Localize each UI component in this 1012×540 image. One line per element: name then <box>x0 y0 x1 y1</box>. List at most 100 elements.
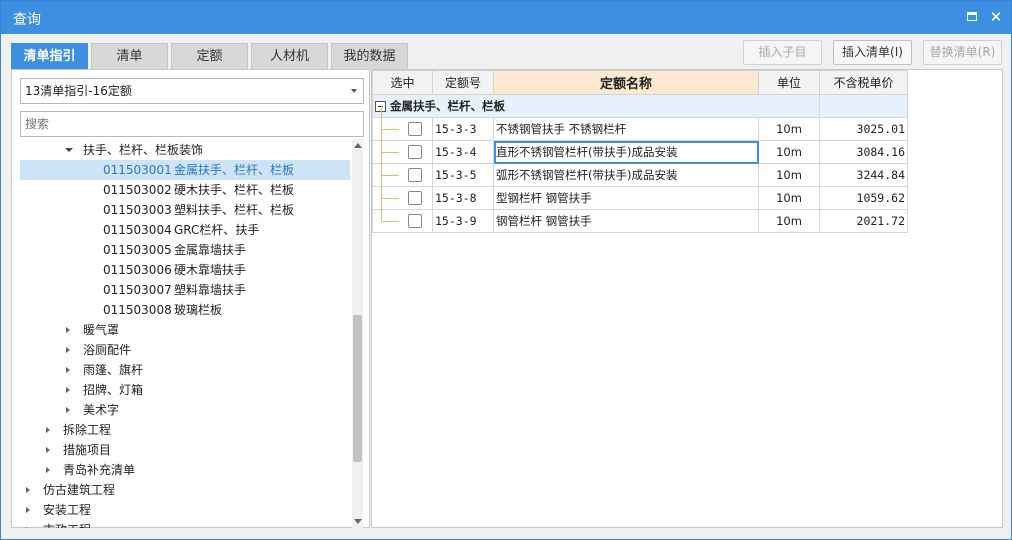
price-cell: 1059.62 <box>819 186 908 210</box>
window-title: 查询 <box>13 12 41 28</box>
table-row[interactable]: 15-3-8 型钢栏杆 钢管扶手 10m 1059.62 <box>372 175 908 210</box>
tree-node[interactable]: 市政工程 <box>20 520 350 528</box>
guide-tree-panel: 13清单指引-16定额 扶手、栏杆、栏板装饰 011503001 金属扶手、栏杆… <box>11 69 370 528</box>
column-header-name[interactable]: 定额名称 <box>493 70 759 95</box>
name-cell[interactable]: 直形不锈钢管栏杆(带扶手)成品安装 <box>493 140 759 164</box>
collapsed-icon[interactable] <box>66 367 70 373</box>
search-input[interactable] <box>20 111 364 137</box>
tree-node-label: 玻璃栏板 <box>174 303 223 317</box>
library-select[interactable]: 13清单指引-16定额 <box>20 78 364 104</box>
scroll-down-icon[interactable] <box>354 519 362 524</box>
table-header: 选中 定额号 定额名称 单位 不含税单价 <box>372 70 908 95</box>
price-cell: 3244.84 <box>819 163 908 187</box>
row-checkbox[interactable] <box>408 122 422 136</box>
title-bar[interactable]: 查询 ✕ <box>1 1 1011 34</box>
tree-node-label: 暖气罩 <box>83 323 120 337</box>
tree-node[interactable]: 美术字 <box>20 400 350 420</box>
close-icon[interactable]: ✕ <box>987 8 1005 26</box>
tree-node[interactable]: 扶手、栏杆、栏板装饰 <box>20 140 350 160</box>
tab-list[interactable]: 清单 <box>91 43 168 69</box>
row-checkbox[interactable] <box>408 145 422 159</box>
tree-node[interactable]: 011503008 玻璃栏板 <box>20 300 350 320</box>
replace-list-button[interactable]: 替换清单(R) <box>923 40 1002 65</box>
tree-node-code: 011503002 <box>103 183 172 197</box>
tree-node-label: 招牌、灯箱 <box>83 383 144 397</box>
tree-node[interactable]: 暖气罩 <box>20 320 350 340</box>
tree-node-label: 雨篷、旗杆 <box>83 363 144 377</box>
collapsed-icon[interactable] <box>66 327 70 333</box>
tree-node[interactable]: 青岛补充清单 <box>20 460 350 480</box>
collapsed-icon[interactable] <box>26 487 30 493</box>
table-row[interactable]: 15-3-3 不锈钢管扶手 不锈钢栏杆 10m 3025.01 <box>372 106 908 141</box>
column-header-unit[interactable]: 单位 <box>758 70 820 95</box>
tree-node-label: 扶手、栏杆、栏板装饰 <box>83 143 204 157</box>
insert-child-button[interactable]: 插入子目 <box>743 40 822 65</box>
tree-node[interactable]: 011503002 硬木扶手、栏杆、栏板 <box>20 180 350 200</box>
tree-node-label: 安装工程 <box>43 503 92 517</box>
group-row[interactable]: 金属扶手、栏杆、栏板 <box>372 94 908 118</box>
tree-node[interactable]: 011503006 硬木靠墙扶手 <box>20 260 350 280</box>
tree-node-label: 塑料靠墙扶手 <box>174 283 247 297</box>
column-header-price[interactable]: 不含税单价 <box>819 70 908 95</box>
tree-node-label: 美术字 <box>83 403 120 417</box>
tree-node-label: 浴厕配件 <box>83 343 132 357</box>
tree-node[interactable]: 措施项目 <box>20 440 350 460</box>
collapsed-icon[interactable] <box>66 407 70 413</box>
tree-node[interactable]: 招牌、灯箱 <box>20 380 350 400</box>
tree-node[interactable]: 浴厕配件 <box>20 340 350 360</box>
name-cell: 弧形不锈钢管栏杆(带扶手)成品安装 <box>493 163 759 187</box>
column-header-code[interactable]: 定额号 <box>432 70 494 95</box>
tab-list-guide[interactable]: 清单指引 <box>11 43 88 69</box>
tree-node[interactable]: 仿古建筑工程 <box>20 480 350 500</box>
row-checkbox[interactable] <box>408 168 422 182</box>
tree-node-label: 硬木靠墙扶手 <box>174 263 247 277</box>
tree-node-label: 青岛补充清单 <box>63 463 136 477</box>
tree-node[interactable]: 011503001 金属扶手、栏杆、栏板 <box>20 160 350 180</box>
tab-quota[interactable]: 定额 <box>171 43 248 69</box>
code-cell: 15-3-8 <box>432 186 494 210</box>
insert-list-button[interactable]: 插入清单(I) <box>833 40 912 65</box>
maximize-icon[interactable] <box>963 8 981 26</box>
collapsed-icon[interactable] <box>66 347 70 353</box>
table-row[interactable]: 15-3-4 直形不锈钢管栏杆(带扶手)成品安装 10m 3084.16 <box>372 129 908 164</box>
code-cell: 15-3-3 <box>432 117 494 141</box>
scrollbar-thumb[interactable] <box>353 315 362 462</box>
tab-my-data[interactable]: 我的数据 <box>331 43 408 69</box>
table-row[interactable]: 15-3-5 弧形不锈钢管栏杆(带扶手)成品安装 10m 3244.84 <box>372 152 908 187</box>
tree-node[interactable]: 011503005 金属靠墙扶手 <box>20 240 350 260</box>
guide-tree: 扶手、栏杆、栏板装饰 011503001 金属扶手、栏杆、栏板 01150300… <box>20 139 350 528</box>
tree-node-label: 硬木扶手、栏杆、栏板 <box>174 183 295 197</box>
collapsed-icon[interactable] <box>66 387 70 393</box>
tree-node-label: 仿古建筑工程 <box>43 483 116 497</box>
collapsed-icon[interactable] <box>46 447 50 453</box>
collapsed-icon[interactable] <box>46 427 50 433</box>
tree-node-code: 011503004 <box>103 223 172 237</box>
tree-node-label: 金属靠墙扶手 <box>174 243 247 257</box>
collapsed-icon[interactable] <box>26 507 30 513</box>
tree-scrollbar[interactable] <box>352 139 363 528</box>
collapsed-icon[interactable] <box>26 527 30 528</box>
column-header-select[interactable]: 选中 <box>372 70 433 95</box>
quota-grid-panel: 选中 定额号 定额名称 单位 不含税单价 金属扶手、栏杆、栏板 15-3-3 不… <box>371 69 1003 528</box>
query-dialog: 查询 ✕ 清单指引 清单 定额 人材机 我的数据 插入子目 插入清单(I) 替换… <box>0 0 1012 540</box>
tree-node[interactable]: 拆除工程 <box>20 420 350 440</box>
row-checkbox[interactable] <box>408 191 422 205</box>
tree-node[interactable]: 011503003 塑料扶手、栏杆、栏板 <box>20 200 350 220</box>
scroll-up-icon[interactable] <box>354 143 362 148</box>
group-label: 金属扶手、栏杆、栏板 <box>390 99 505 113</box>
expanded-icon[interactable] <box>65 148 73 152</box>
row-checkbox[interactable] <box>408 214 422 228</box>
tree-node[interactable]: 雨篷、旗杆 <box>20 360 350 380</box>
tree-node[interactable]: 011503007 塑料靠墙扶手 <box>20 280 350 300</box>
tree-node-code: 011503001 <box>103 163 172 177</box>
group-price-cell <box>819 94 908 118</box>
table-row[interactable]: 15-3-9 钢管栏杆 钢管扶手 10m 2021.72 <box>372 198 908 233</box>
unit-cell: 10m <box>758 117 820 141</box>
tree-node[interactable]: 011503004 GRC栏杆、扶手 <box>20 220 350 240</box>
tree-node-code: 011503005 <box>103 243 172 257</box>
unit-cell: 10m <box>758 163 820 187</box>
collapsed-icon[interactable] <box>46 467 50 473</box>
price-cell: 2021.72 <box>819 209 908 233</box>
tree-node[interactable]: 安装工程 <box>20 500 350 520</box>
tab-labor-material-machine[interactable]: 人材机 <box>251 43 328 69</box>
